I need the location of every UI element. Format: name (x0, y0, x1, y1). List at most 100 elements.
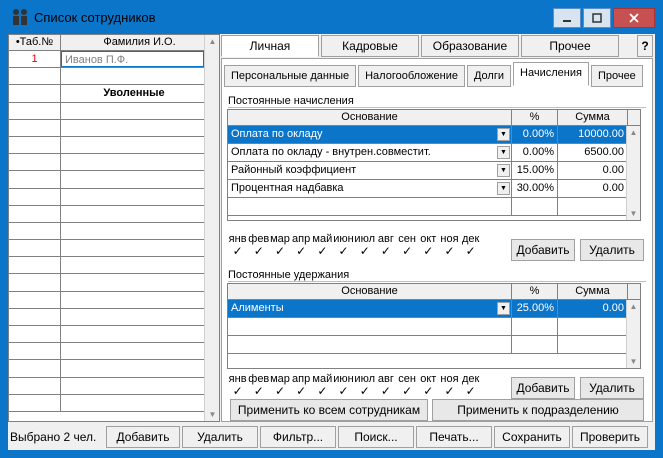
help-button[interactable]: ? (637, 35, 653, 57)
table-row[interactable] (228, 336, 640, 354)
table-row[interactable] (9, 102, 204, 120)
delete-deduction-button[interactable]: Удалить (580, 377, 644, 399)
search-button[interactable]: Поиск... (338, 426, 414, 448)
tab-personal-card[interactable]: Личная карточка (221, 35, 319, 73)
month-checkbox[interactable]: ноя ✓ (439, 373, 460, 398)
accruals-scrollbar[interactable]: ▲ ▼ (626, 126, 640, 220)
table-row[interactable] (228, 318, 640, 336)
maximize-button[interactable] (583, 8, 611, 28)
tab-education[interactable]: Образование (421, 35, 519, 57)
add-employee-button[interactable]: Добавить (106, 426, 180, 448)
tab-personal-data[interactable]: Персональные данные (224, 65, 357, 87)
month-checkbox[interactable]: фев ✓ (248, 373, 269, 398)
column-header-tab-number[interactable]: •Таб.№ (9, 35, 61, 50)
table-row[interactable] (9, 240, 204, 258)
tab-hr-data[interactable]: Кадровые данные (321, 35, 419, 73)
table-row[interactable] (9, 274, 204, 292)
table-row[interactable] (9, 291, 204, 309)
table-row[interactable] (9, 308, 204, 326)
scroll-down-icon[interactable]: ▼ (208, 410, 217, 419)
table-row[interactable]: Районный коэффициент ▼ 15.00% 0.00 (228, 162, 640, 180)
basis-cell[interactable]: Алименты ▼ (228, 300, 512, 317)
month-checkbox[interactable]: дек ✓ (460, 233, 481, 258)
tab-other[interactable]: Прочее (521, 35, 619, 57)
month-checkbox[interactable]: авг ✓ (375, 373, 396, 398)
column-header-basis[interactable]: Основание (228, 110, 512, 125)
tab-debts[interactable]: Долги (466, 65, 512, 87)
month-checkbox[interactable]: июн ✓ (333, 233, 354, 258)
table-row[interactable] (9, 171, 204, 189)
dropdown-arrow-icon[interactable]: ▼ (497, 128, 510, 141)
apply-all-button[interactable]: Применить ко всем сотрудникам (230, 399, 428, 421)
scroll-down-icon[interactable]: ▼ (629, 209, 638, 218)
table-row[interactable] (9, 119, 204, 137)
month-checkbox[interactable]: ноя ✓ (439, 233, 460, 258)
check-button[interactable]: Проверить (572, 426, 648, 448)
save-button[interactable]: Сохранить (494, 426, 570, 448)
table-row[interactable]: Алименты ▼ 25.00% 0.00 (228, 300, 640, 318)
basis-cell[interactable] (228, 318, 512, 335)
table-row[interactable]: Процентная надбавка ▼ 30.00% 0.00 (228, 180, 640, 198)
minimize-button[interactable] (553, 8, 581, 28)
column-header-sum[interactable]: Сумма (558, 110, 628, 125)
table-row[interactable] (228, 198, 640, 216)
month-checkbox[interactable]: янв ✓ (227, 373, 248, 398)
dropdown-arrow-icon[interactable]: ▼ (497, 164, 510, 177)
apply-department-button[interactable]: Применить к подразделению (432, 399, 644, 421)
deductions-grid[interactable]: Основание % Сумма Алименты ▼ 25.00% 0.00 ▲ … (227, 283, 641, 369)
table-row[interactable] (9, 154, 204, 172)
scroll-up-icon[interactable]: ▲ (208, 37, 217, 46)
month-checkbox[interactable]: сен ✓ (397, 373, 418, 398)
month-checkbox[interactable]: окт ✓ (418, 373, 439, 398)
deductions-scrollbar[interactable]: ▲ ▼ (626, 300, 640, 368)
month-checkbox[interactable]: мар ✓ (269, 373, 290, 398)
month-checkbox[interactable]: июл ✓ (354, 373, 375, 398)
table-row[interactable] (9, 343, 204, 361)
table-row[interactable]: 1 Иванов П.Ф. (9, 51, 204, 69)
table-row[interactable] (9, 68, 204, 86)
scroll-down-icon[interactable]: ▼ (629, 357, 638, 366)
column-header-sum[interactable]: Сумма (558, 284, 628, 299)
table-row[interactable]: Оплата по окладу ▼ 0.00% 10000.00 (228, 126, 640, 144)
tab-misc[interactable]: Прочее (590, 65, 643, 87)
add-deduction-button[interactable]: Добавить (511, 377, 575, 399)
column-header-basis[interactable]: Основание (228, 284, 512, 299)
table-row[interactable] (9, 205, 204, 223)
month-checkbox[interactable]: янв ✓ (227, 233, 248, 258)
table-row[interactable] (9, 394, 204, 412)
delete-employee-button[interactable]: Удалить (182, 426, 258, 448)
accruals-grid[interactable]: Основание % Сумма Оплата по окладу ▼ 0.00%… (227, 109, 641, 221)
table-row[interactable] (9, 360, 204, 378)
scroll-up-icon[interactable]: ▲ (629, 128, 638, 137)
column-header-percent[interactable]: % (512, 284, 558, 299)
table-row[interactable] (9, 222, 204, 241)
table-row[interactable]: Уволенные (9, 85, 204, 103)
column-header-percent[interactable]: % (512, 110, 558, 125)
table-row[interactable] (9, 326, 204, 344)
month-checkbox[interactable]: апр ✓ (291, 373, 312, 398)
dropdown-arrow-icon[interactable]: ▼ (497, 182, 510, 195)
add-accrual-button[interactable]: Добавить (511, 239, 575, 261)
basis-cell[interactable]: Процентная надбавка ▼ (228, 180, 512, 197)
tab-taxation[interactable]: Налогообложение (358, 65, 465, 87)
filter-button[interactable]: Фильтр... (260, 426, 336, 448)
month-checkbox[interactable]: апр ✓ (291, 233, 312, 258)
tab-accruals[interactable]: Начисления (513, 62, 589, 86)
month-checkbox[interactable]: май ✓ (312, 233, 333, 258)
basis-cell[interactable] (228, 198, 512, 215)
close-button[interactable] (613, 8, 655, 28)
month-checkbox[interactable]: июн ✓ (333, 373, 354, 398)
delete-accrual-button[interactable]: Удалить (580, 239, 644, 261)
month-checkbox[interactable]: авг ✓ (375, 233, 396, 258)
table-row[interactable] (9, 257, 204, 275)
table-row[interactable]: Оплата по окладу - внутрен.совместит. ▼ 0.… (228, 144, 640, 162)
basis-cell[interactable]: Районный коэффициент ▼ (228, 162, 512, 179)
dropdown-arrow-icon[interactable]: ▼ (497, 302, 510, 315)
scroll-up-icon[interactable]: ▲ (629, 302, 638, 311)
print-button[interactable]: Печать... (416, 426, 492, 448)
basis-cell[interactable] (228, 336, 512, 353)
month-checkbox[interactable]: июл ✓ (354, 233, 375, 258)
column-header-name[interactable]: Фамилия И.О. (61, 35, 219, 50)
basis-cell[interactable]: Оплата по окладу ▼ (228, 126, 512, 143)
table-row[interactable] (9, 136, 204, 155)
